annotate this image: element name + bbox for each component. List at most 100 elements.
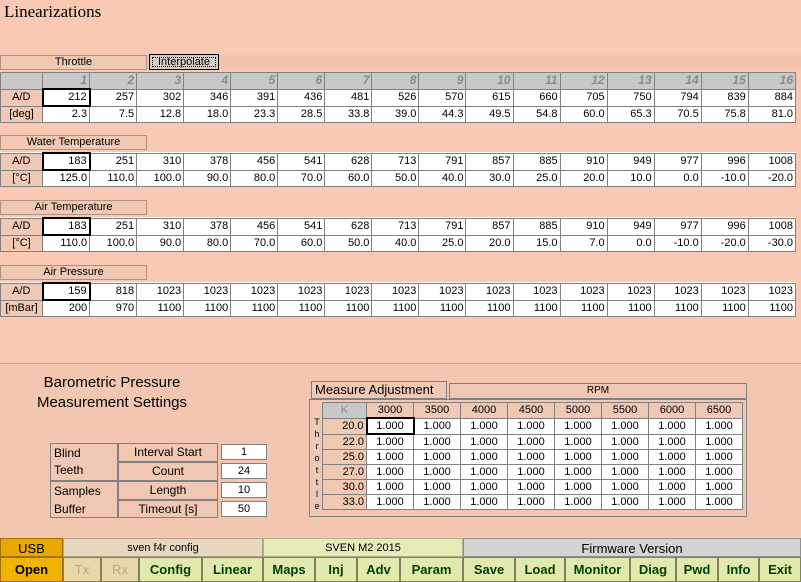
length-input[interactable]: 10 <box>221 482 267 498</box>
ma-cell[interactable]: 1.000 <box>695 479 743 495</box>
water-row1-cell[interactable]: 949 <box>606 152 655 171</box>
ma-cell[interactable]: 1.000 <box>365 417 415 435</box>
ma-cell[interactable]: 1.000 <box>507 433 555 450</box>
linear-button[interactable]: Linear <box>202 557 263 582</box>
ma-cell[interactable]: 1.000 <box>366 433 414 450</box>
water-row1-cell[interactable]: 378 <box>183 152 232 171</box>
air-row2-cell[interactable]: 80.0 <box>183 234 232 252</box>
pressure-row1-cell[interactable]: 1023 <box>606 282 655 301</box>
adv-button[interactable]: Adv <box>357 557 400 582</box>
info-button[interactable]: Info <box>718 557 759 582</box>
ma-cell[interactable]: 1.000 <box>507 449 555 465</box>
pressure-row1-cell[interactable]: 1023 <box>653 282 702 301</box>
ma-cell[interactable]: 1.000 <box>554 494 602 510</box>
air-row1-cell[interactable]: 885 <box>512 217 561 236</box>
pressure-row1-cell[interactable]: 1023 <box>747 282 797 301</box>
ma-cell[interactable]: 1.000 <box>413 494 461 510</box>
air-row2-cell[interactable]: 100.0 <box>89 234 138 252</box>
air-row2-cell[interactable]: 7.0 <box>559 234 608 252</box>
air-row2-cell[interactable]: -20.0 <box>700 234 749 252</box>
air-row1-cell[interactable]: 857 <box>465 217 514 236</box>
air-row2-cell[interactable]: -10.0 <box>653 234 702 252</box>
pressure-row2-cell[interactable]: 200 <box>42 299 91 317</box>
water-row1-cell[interactable]: 628 <box>324 152 373 171</box>
throttle-row1-cell[interactable]: 257 <box>89 88 138 107</box>
pressure-row1-cell[interactable]: 1023 <box>136 282 185 301</box>
ma-cell[interactable]: 1.000 <box>366 479 414 495</box>
water-row1-cell[interactable]: 885 <box>512 152 561 171</box>
throttle-row1-cell[interactable]: 346 <box>183 88 232 107</box>
ma-cell[interactable]: 1.000 <box>413 479 461 495</box>
pressure-row1-cell[interactable]: 1023 <box>700 282 749 301</box>
throttle-row1-cell[interactable]: 481 <box>324 88 373 107</box>
ma-cell[interactable]: 1.000 <box>507 464 555 480</box>
ma-cell[interactable]: 1.000 <box>460 479 508 495</box>
water-row1-cell[interactable]: 996 <box>700 152 749 171</box>
pressure-row2-cell[interactable]: 1100 <box>700 299 749 317</box>
throttle-row2-cell[interactable]: 18.0 <box>183 105 232 123</box>
air-row1-cell[interactable]: 251 <box>89 217 138 236</box>
ma-cell[interactable]: 1.000 <box>460 494 508 510</box>
pressure-row1-cell[interactable]: 159 <box>41 282 91 301</box>
pressure-row1-cell[interactable]: 1023 <box>418 282 467 301</box>
pressure-row1-cell[interactable]: 1023 <box>559 282 608 301</box>
throttle-row2-cell[interactable]: 70.5 <box>653 105 702 123</box>
ma-cell[interactable]: 1.000 <box>554 417 602 435</box>
ma-cell[interactable]: 1.000 <box>648 494 696 510</box>
throttle-row1-cell[interactable]: 615 <box>465 88 514 107</box>
water-row1-cell[interactable]: 977 <box>653 152 702 171</box>
air-row1-cell[interactable]: 713 <box>371 217 420 236</box>
water-row1-cell[interactable]: 251 <box>89 152 138 171</box>
air-row1-cell[interactable]: 378 <box>183 217 232 236</box>
pressure-row1-cell[interactable]: 818 <box>89 282 138 301</box>
throttle-row2-cell[interactable]: 54.8 <box>512 105 561 123</box>
ma-cell[interactable]: 1.000 <box>413 464 461 480</box>
water-row2-cell[interactable]: 70.0 <box>277 169 326 187</box>
water-row2-cell[interactable]: 90.0 <box>183 169 232 187</box>
pressure-row2-cell[interactable]: 1100 <box>747 299 797 317</box>
air-row2-cell[interactable]: 50.0 <box>324 234 373 252</box>
water-row2-cell[interactable]: 110.0 <box>89 169 138 187</box>
ma-cell[interactable]: 1.000 <box>366 494 414 510</box>
throttle-row1-cell[interactable]: 436 <box>277 88 326 107</box>
ma-cell[interactable]: 1.000 <box>554 433 602 450</box>
air-row2-cell[interactable]: -30.0 <box>747 234 797 252</box>
throttle-row2-cell[interactable]: 2.3 <box>42 105 91 123</box>
timeout-input[interactable]: 50 <box>221 501 267 517</box>
pressure-row1-cell[interactable]: 1023 <box>230 282 279 301</box>
pressure-row2-cell[interactable]: 1100 <box>465 299 514 317</box>
ma-cell[interactable]: 1.000 <box>413 433 461 450</box>
ma-cell[interactable]: 1.000 <box>601 479 649 495</box>
throttle-row2-cell[interactable]: 12.8 <box>136 105 185 123</box>
air-row1-cell[interactable]: 541 <box>277 217 326 236</box>
ma-cell[interactable]: 1.000 <box>648 433 696 450</box>
pressure-row1-cell[interactable]: 1023 <box>465 282 514 301</box>
pressure-row2-cell[interactable]: 1100 <box>418 299 467 317</box>
throttle-row2-cell[interactable]: 65.3 <box>606 105 655 123</box>
ma-cell[interactable]: 1.000 <box>695 449 743 465</box>
throttle-row1-cell[interactable]: 660 <box>512 88 561 107</box>
ma-cell[interactable]: 1.000 <box>507 417 555 435</box>
ma-cell[interactable]: 1.000 <box>554 464 602 480</box>
ma-cell[interactable]: 1.000 <box>413 449 461 465</box>
air-row1-cell[interactable]: 996 <box>700 217 749 236</box>
throttle-row1-cell[interactable]: 884 <box>747 88 797 107</box>
param-button[interactable]: Param <box>400 557 463 582</box>
air-row1-cell[interactable]: 456 <box>230 217 279 236</box>
ma-cell[interactable]: 1.000 <box>695 433 743 450</box>
ma-cell[interactable]: 1.000 <box>601 449 649 465</box>
water-row2-cell[interactable]: 10.0 <box>606 169 655 187</box>
air-row1-cell[interactable]: 183 <box>41 217 91 236</box>
monitor-button[interactable]: Monitor <box>565 557 630 582</box>
water-row2-cell[interactable]: 30.0 <box>465 169 514 187</box>
inj-button[interactable]: Inj <box>315 557 357 582</box>
pressure-row1-cell[interactable]: 1023 <box>371 282 420 301</box>
throttle-row1-cell[interactable]: 526 <box>371 88 420 107</box>
water-row2-cell[interactable]: 60.0 <box>324 169 373 187</box>
water-row1-cell[interactable]: 713 <box>371 152 420 171</box>
ma-cell[interactable]: 1.000 <box>648 464 696 480</box>
throttle-row2-cell[interactable]: 39.0 <box>371 105 420 123</box>
maps-button[interactable]: Maps <box>263 557 315 582</box>
throttle-row2-cell[interactable]: 7.5 <box>89 105 138 123</box>
air-row2-cell[interactable]: 90.0 <box>136 234 185 252</box>
